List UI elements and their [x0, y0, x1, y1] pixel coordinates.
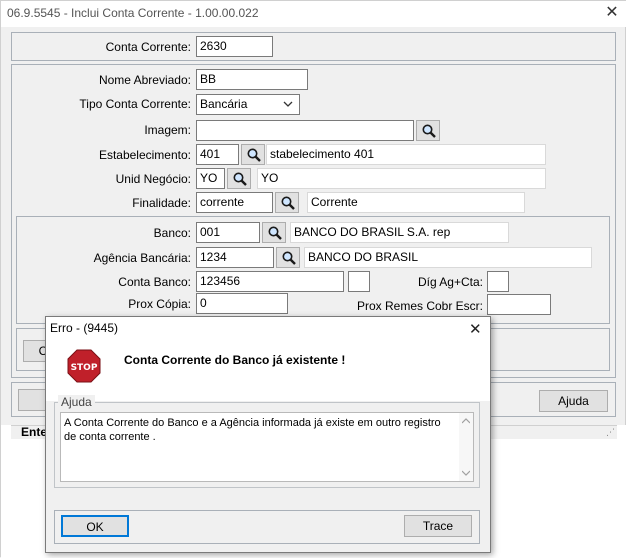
- search-icon: [422, 124, 436, 138]
- dig-ag-cta-input[interactable]: [487, 271, 509, 292]
- finalidade-desc: Corrente: [307, 192, 525, 213]
- unid-negocio-desc: YO: [257, 168, 546, 189]
- unid-negocio-search-button[interactable]: [227, 168, 251, 189]
- banco-input[interactable]: 001: [196, 222, 260, 243]
- agencia-desc: BANCO DO BRASIL: [304, 247, 592, 268]
- conta-corrente-input[interactable]: 2630: [196, 36, 273, 57]
- search-icon: [233, 172, 247, 186]
- error-dialog: Erro - (9445) ✕ STOP Conta Corrente do B…: [45, 316, 491, 553]
- conta-banco-digit-input[interactable]: [348, 271, 370, 292]
- estabelecimento-input[interactable]: 401: [196, 144, 239, 165]
- dialog-message-area: STOP Conta Corrente do Banco já existent…: [46, 341, 490, 401]
- scroll-up-icon[interactable]: [462, 418, 470, 424]
- finalidade-label: Finalidade:: [132, 196, 191, 210]
- close-icon[interactable]: ✕: [603, 4, 621, 22]
- window-title: 06.9.5545 - Inclui Conta Corrente - 1.00…: [7, 6, 259, 20]
- conta-corrente-label: Conta Corrente:: [105, 40, 191, 54]
- prox-copia-input[interactable]: 0: [196, 293, 288, 314]
- imagem-input[interactable]: [196, 120, 414, 141]
- prox-copia-label: Prox Cópia:: [128, 297, 191, 311]
- chevron-down-icon: [283, 101, 293, 107]
- help-text: A Conta Corrente do Banco e a Agência in…: [64, 417, 441, 443]
- dig-ag-cta-label: Díg Ag+Cta:: [417, 275, 483, 289]
- imagem-label: Imagem:: [144, 123, 191, 137]
- help-scrollbar[interactable]: [459, 413, 473, 481]
- finalidade-search-button[interactable]: [275, 192, 299, 213]
- nome-abreviado-input[interactable]: BB: [196, 69, 308, 90]
- ok-button[interactable]: OK: [61, 515, 129, 537]
- status-text: Ente: [21, 425, 48, 439]
- dialog-title-bar: Erro - (9445) ✕: [46, 317, 490, 341]
- finalidade-input[interactable]: corrente: [196, 192, 273, 213]
- estabelecimento-label: Estabelecimento:: [98, 148, 191, 162]
- search-icon: [282, 251, 296, 265]
- scroll-down-icon[interactable]: [462, 470, 470, 476]
- prox-remes-label: Prox Remes Cobr Escr:: [356, 299, 483, 313]
- banco-label: Banco:: [153, 226, 191, 240]
- tipo-conta-select[interactable]: Bancária: [196, 94, 300, 115]
- search-icon: [281, 196, 295, 210]
- search-icon: [268, 226, 282, 240]
- agencia-input[interactable]: 1234: [196, 247, 274, 268]
- help-legend: Ajuda: [58, 395, 95, 409]
- banco-search-button[interactable]: [262, 222, 286, 243]
- trace-button[interactable]: Trace: [404, 515, 472, 537]
- estabelecimento-desc: stabelecimento 401: [266, 144, 546, 165]
- nome-abreviado-label: Nome Abreviado:: [98, 73, 191, 87]
- dialog-close-icon[interactable]: ✕: [469, 320, 482, 338]
- help-text-box: A Conta Corrente do Banco e a Agência in…: [60, 412, 474, 482]
- stop-icon-text: STOP: [71, 363, 98, 373]
- dialog-message: Conta Corrente do Banco já existente !: [124, 353, 346, 367]
- main-window: 06.9.5545 - Inclui Conta Corrente - 1.00…: [0, 0, 626, 558]
- prox-remes-input[interactable]: [487, 294, 551, 315]
- estabelecimento-search-button[interactable]: [241, 144, 265, 165]
- title-bar: 06.9.5545 - Inclui Conta Corrente - 1.00…: [1, 1, 626, 27]
- stop-icon: STOP: [67, 349, 101, 383]
- search-icon: [247, 148, 261, 162]
- tipo-conta-label: Tipo Conta Corrente:: [79, 97, 191, 111]
- unid-negocio-input[interactable]: YO: [196, 168, 225, 189]
- banco-desc: BANCO DO BRASIL S.A. rep: [290, 222, 509, 243]
- conta-banco-label: Conta Banco:: [118, 275, 191, 289]
- conta-banco-input[interactable]: 123456: [196, 271, 344, 292]
- imagem-search-button[interactable]: [416, 120, 440, 141]
- grip-icon: ⋰: [606, 427, 615, 437]
- agencia-label: Agência Bancária:: [93, 251, 191, 265]
- agencia-search-button[interactable]: [276, 247, 300, 268]
- unid-negocio-label: Unid Negócio:: [115, 172, 191, 186]
- ajuda-button[interactable]: Ajuda: [539, 390, 608, 412]
- dialog-title: Erro - (9445): [50, 321, 119, 335]
- tipo-conta-value: Bancária: [200, 97, 248, 111]
